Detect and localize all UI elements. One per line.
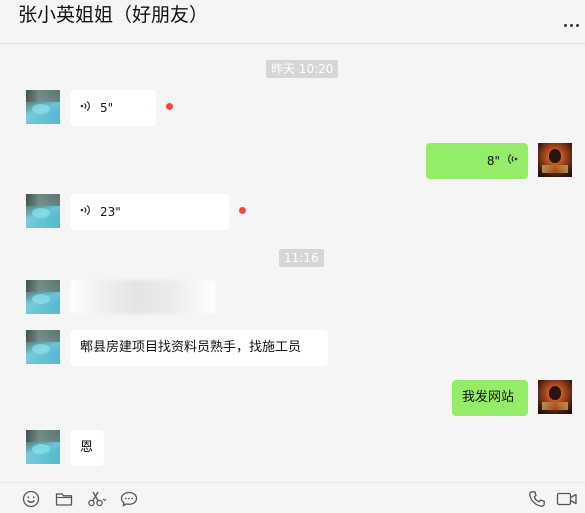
more-icon[interactable] — [561, 14, 579, 30]
emoji-icon[interactable] — [22, 490, 40, 508]
contact-avatar[interactable] — [26, 90, 60, 124]
folder-icon[interactable] — [55, 490, 73, 508]
chat-bubble-icon[interactable] — [120, 490, 138, 508]
unread-dot — [239, 207, 246, 214]
message-text: 恩 — [80, 440, 94, 455]
scissors-icon[interactable] — [87, 490, 109, 508]
voice-icon — [80, 203, 92, 221]
voice-message[interactable]: 5" — [70, 90, 156, 126]
voice-duration: 5" — [100, 101, 114, 115]
input-toolbar — [0, 482, 585, 513]
voice-icon — [506, 152, 518, 170]
unread-dot — [166, 103, 173, 110]
video-call-icon[interactable] — [556, 490, 578, 508]
chat-header: 张小英姐姐（好朋友） — [0, 0, 585, 44]
chat-window: 张小英姐姐（好朋友） 昨天 10:20 5" 8" 23" 11:16 郫县房建… — [0, 0, 585, 513]
voice-duration: 8" — [486, 154, 500, 168]
voice-icon — [80, 99, 92, 117]
contact-avatar[interactable] — [26, 280, 60, 314]
phone-icon[interactable] — [528, 490, 546, 508]
text-message[interactable]: 我发网站 — [452, 380, 528, 416]
blurred-message[interactable] — [70, 280, 216, 314]
voice-message[interactable]: 8" — [426, 143, 528, 179]
text-message[interactable]: 郫县房建项目找资料员熟手，找施工员 — [70, 330, 328, 366]
text-message[interactable]: 恩 — [70, 430, 104, 466]
contact-avatar[interactable] — [26, 194, 60, 228]
timestamp: 昨天 10:20 — [266, 60, 339, 78]
contact-avatar[interactable] — [26, 430, 60, 464]
my-avatar[interactable] — [538, 143, 572, 177]
message-text: 我发网站 — [462, 390, 515, 405]
voice-duration: 23" — [100, 205, 121, 219]
my-avatar[interactable] — [538, 380, 572, 414]
contact-avatar[interactable] — [26, 330, 60, 364]
chat-title: 张小英姐姐（好朋友） — [18, 4, 209, 26]
timestamp: 11:16 — [279, 249, 324, 267]
message-text: 郫县房建项目找资料员熟手，找施工员 — [80, 340, 302, 355]
voice-message[interactable]: 23" — [70, 194, 229, 230]
